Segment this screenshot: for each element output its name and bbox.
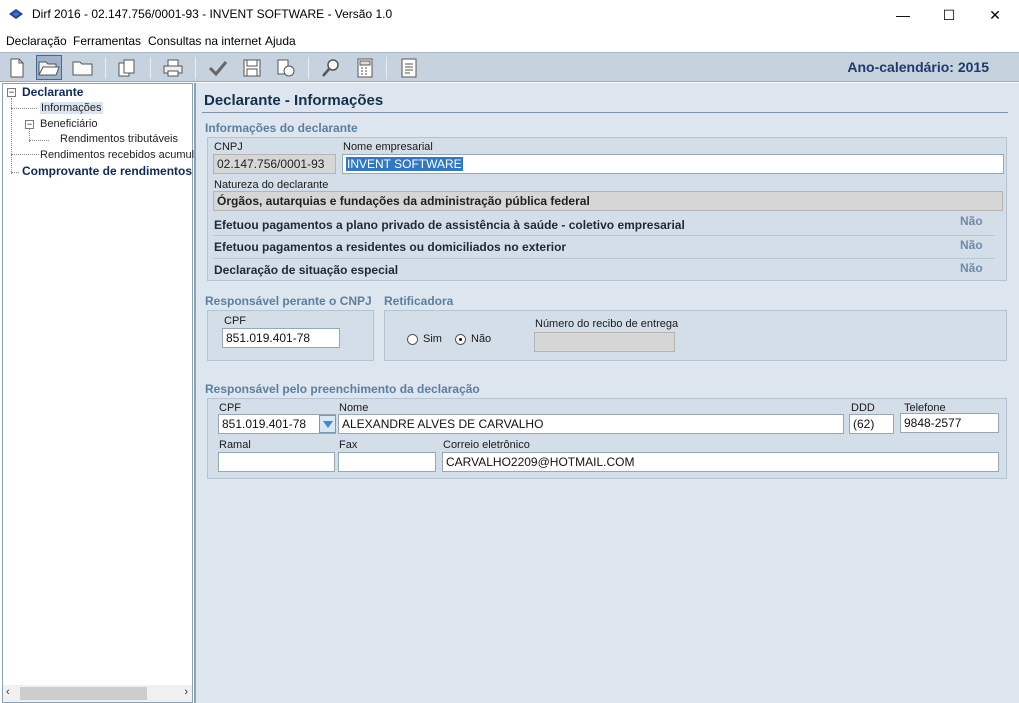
- ramal-field[interactable]: [218, 452, 335, 472]
- informacoes-group: CNPJ 02.147.756/0001-93 Nome empresarial…: [207, 137, 1007, 281]
- menu-consultas[interactable]: Consultas na internet: [148, 34, 261, 48]
- fax-label: Fax: [339, 439, 358, 451]
- minimize-button[interactable]: —: [880, 0, 926, 30]
- close-button[interactable]: ✕: [972, 0, 1018, 30]
- retificadora-group: Sim Não Número do recibo de entrega: [384, 310, 1007, 361]
- copy-icon: [118, 59, 135, 76]
- main-scroll-edge: [1011, 83, 1019, 703]
- retificadora-sim-label: Sim: [423, 333, 442, 345]
- page-title: Declarante - Informações: [204, 92, 384, 109]
- toolbar: Ano-calendário: 2015: [0, 52, 1019, 82]
- natureza-field: Órgãos, autarquias e fundações da admini…: [213, 191, 1003, 211]
- question-exterior-label: Efetuou pagamentos a residentes ou domic…: [214, 240, 567, 254]
- save-button[interactable]: [239, 55, 265, 80]
- recover-icon: [277, 59, 295, 76]
- question-situacao-especial-value[interactable]: Não: [960, 261, 983, 275]
- new-document-button[interactable]: [4, 55, 30, 80]
- nome-empresarial-value: INVENT SOFTWARE: [346, 157, 463, 171]
- ddd-label: DDD: [851, 402, 875, 414]
- question-situacao-especial-label: Declaração de situação especial: [214, 263, 399, 277]
- menu-declaracao[interactable]: Declaração: [6, 34, 67, 48]
- ddd-field[interactable]: (62): [849, 414, 894, 434]
- recibo-label: Número do recibo de entrega: [535, 318, 679, 330]
- retificadora-nao-label: Não: [471, 333, 492, 345]
- fax-field[interactable]: [338, 452, 436, 472]
- menu-ferramentas[interactable]: Ferramentas: [73, 34, 141, 48]
- section-responsavel-cnpj-title: Responsável perante o CNPJ: [205, 294, 372, 308]
- ano-calendario-label: Ano-calendário: 2015: [847, 59, 989, 75]
- scroll-left-icon[interactable]: ‹: [6, 686, 10, 698]
- chevron-down-icon: [322, 420, 333, 428]
- window-title: Dirf 2016 - 02.147.756/0001-93 - INVENT …: [32, 7, 393, 21]
- menu-bar: Declaração Ferramentas Consultas na inte…: [0, 31, 1019, 52]
- scroll-right-icon[interactable]: ›: [184, 686, 188, 698]
- recover-button[interactable]: [273, 55, 299, 80]
- print-button[interactable]: [160, 55, 186, 80]
- search-button[interactable]: [318, 55, 344, 80]
- tree-item-declarante[interactable]: Declarante: [22, 85, 83, 99]
- receipt-button[interactable]: [396, 55, 422, 80]
- folder-button[interactable]: [70, 55, 96, 80]
- preenchimento-nome-label: Nome: [339, 402, 369, 414]
- title-bar: Dirf 2016 - 02.147.756/0001-93 - INVENT …: [0, 0, 1019, 30]
- print-icon: [163, 59, 183, 76]
- tree-item-rendimentos-tributaveis[interactable]: Rendimentos tributáveis: [60, 133, 178, 145]
- maximize-button[interactable]: ☐: [926, 0, 972, 30]
- question-plano-saude-value[interactable]: Não: [960, 214, 983, 228]
- minimize-icon: —: [896, 7, 910, 23]
- question-plano-saude-label: Efetuou pagamentos a plano privado de as…: [214, 218, 685, 232]
- cpf-dropdown-button[interactable]: [319, 415, 336, 433]
- tree-item-informacoes[interactable]: Informações: [40, 102, 103, 114]
- responsavel-cnpj-group: CPF 851.019.401-78: [207, 310, 374, 361]
- tree-horizontal-scrollbar[interactable]: ‹ ›: [3, 685, 192, 702]
- recibo-field: [534, 332, 675, 352]
- tree-item-rendimentos-acumulados[interactable]: Rendimentos recebidos acumula: [40, 149, 200, 161]
- folder-icon: [72, 61, 93, 75]
- collapse-beneficiario-icon[interactable]: −: [25, 120, 34, 129]
- verify-button[interactable]: [205, 55, 231, 80]
- close-icon: ✕: [989, 6, 1001, 23]
- email-label: Correio eletrônico: [443, 439, 530, 451]
- open-button[interactable]: [36, 55, 62, 80]
- section-preenchimento-title: Responsável pelo preenchimento da declar…: [205, 382, 480, 396]
- calculator-button[interactable]: [352, 55, 378, 80]
- cnpj-label: CNPJ: [214, 141, 243, 153]
- section-retificadora-title: Retificadora: [384, 294, 454, 308]
- natureza-label: Natureza do declarante: [214, 179, 329, 191]
- retificadora-sim-radio[interactable]: [407, 334, 418, 345]
- ramal-label: Ramal: [219, 439, 251, 451]
- collapse-declarante-icon[interactable]: −: [7, 88, 16, 97]
- scrollbar-thumb[interactable]: [20, 687, 147, 700]
- responsavel-cpf-field[interactable]: 851.019.401-78: [222, 328, 340, 348]
- open-folder-icon: [38, 61, 60, 75]
- calculator-icon: [357, 58, 373, 77]
- preenchimento-nome-field[interactable]: ALEXANDRE ALVES DE CARVALHO: [338, 414, 844, 434]
- preenchimento-group: CPF 851.019.401-78 Nome ALEXANDRE ALVES …: [207, 398, 1007, 479]
- tree-item-beneficiario[interactable]: Beneficiário: [40, 118, 97, 130]
- telefone-field[interactable]: 9848-2577: [900, 413, 999, 433]
- cnpj-field: 02.147.756/0001-93: [213, 154, 336, 174]
- new-document-icon: [10, 58, 24, 77]
- section-informacoes-title: Informações do declarante: [205, 121, 358, 135]
- copy-button[interactable]: [114, 55, 140, 80]
- preenchimento-cpf-label: CPF: [219, 402, 241, 414]
- app-logo-icon: [9, 9, 23, 19]
- nome-empresarial-field[interactable]: INVENT SOFTWARE: [342, 154, 1004, 174]
- email-field[interactable]: CARVALHO2209@HOTMAIL.COM: [442, 452, 999, 472]
- search-icon: [322, 58, 339, 77]
- check-icon: [208, 60, 228, 76]
- maximize-icon: ☐: [942, 6, 956, 23]
- nome-empresarial-label: Nome empresarial: [343, 141, 433, 153]
- tree-item-comprovante[interactable]: Comprovante de rendimentos: [22, 164, 192, 178]
- responsavel-cpf-label: CPF: [224, 315, 246, 327]
- retificadora-nao-radio[interactable]: [455, 334, 466, 345]
- navigation-tree: − Declarante Informações − Beneficiário …: [2, 83, 200, 703]
- save-icon: [243, 59, 261, 76]
- menu-ajuda[interactable]: Ajuda: [265, 34, 296, 48]
- main-panel: Declarante - Informações Informações do …: [194, 83, 1019, 703]
- receipt-icon: [401, 58, 417, 77]
- title-divider: [202, 112, 1008, 113]
- question-exterior-value[interactable]: Não: [960, 238, 983, 252]
